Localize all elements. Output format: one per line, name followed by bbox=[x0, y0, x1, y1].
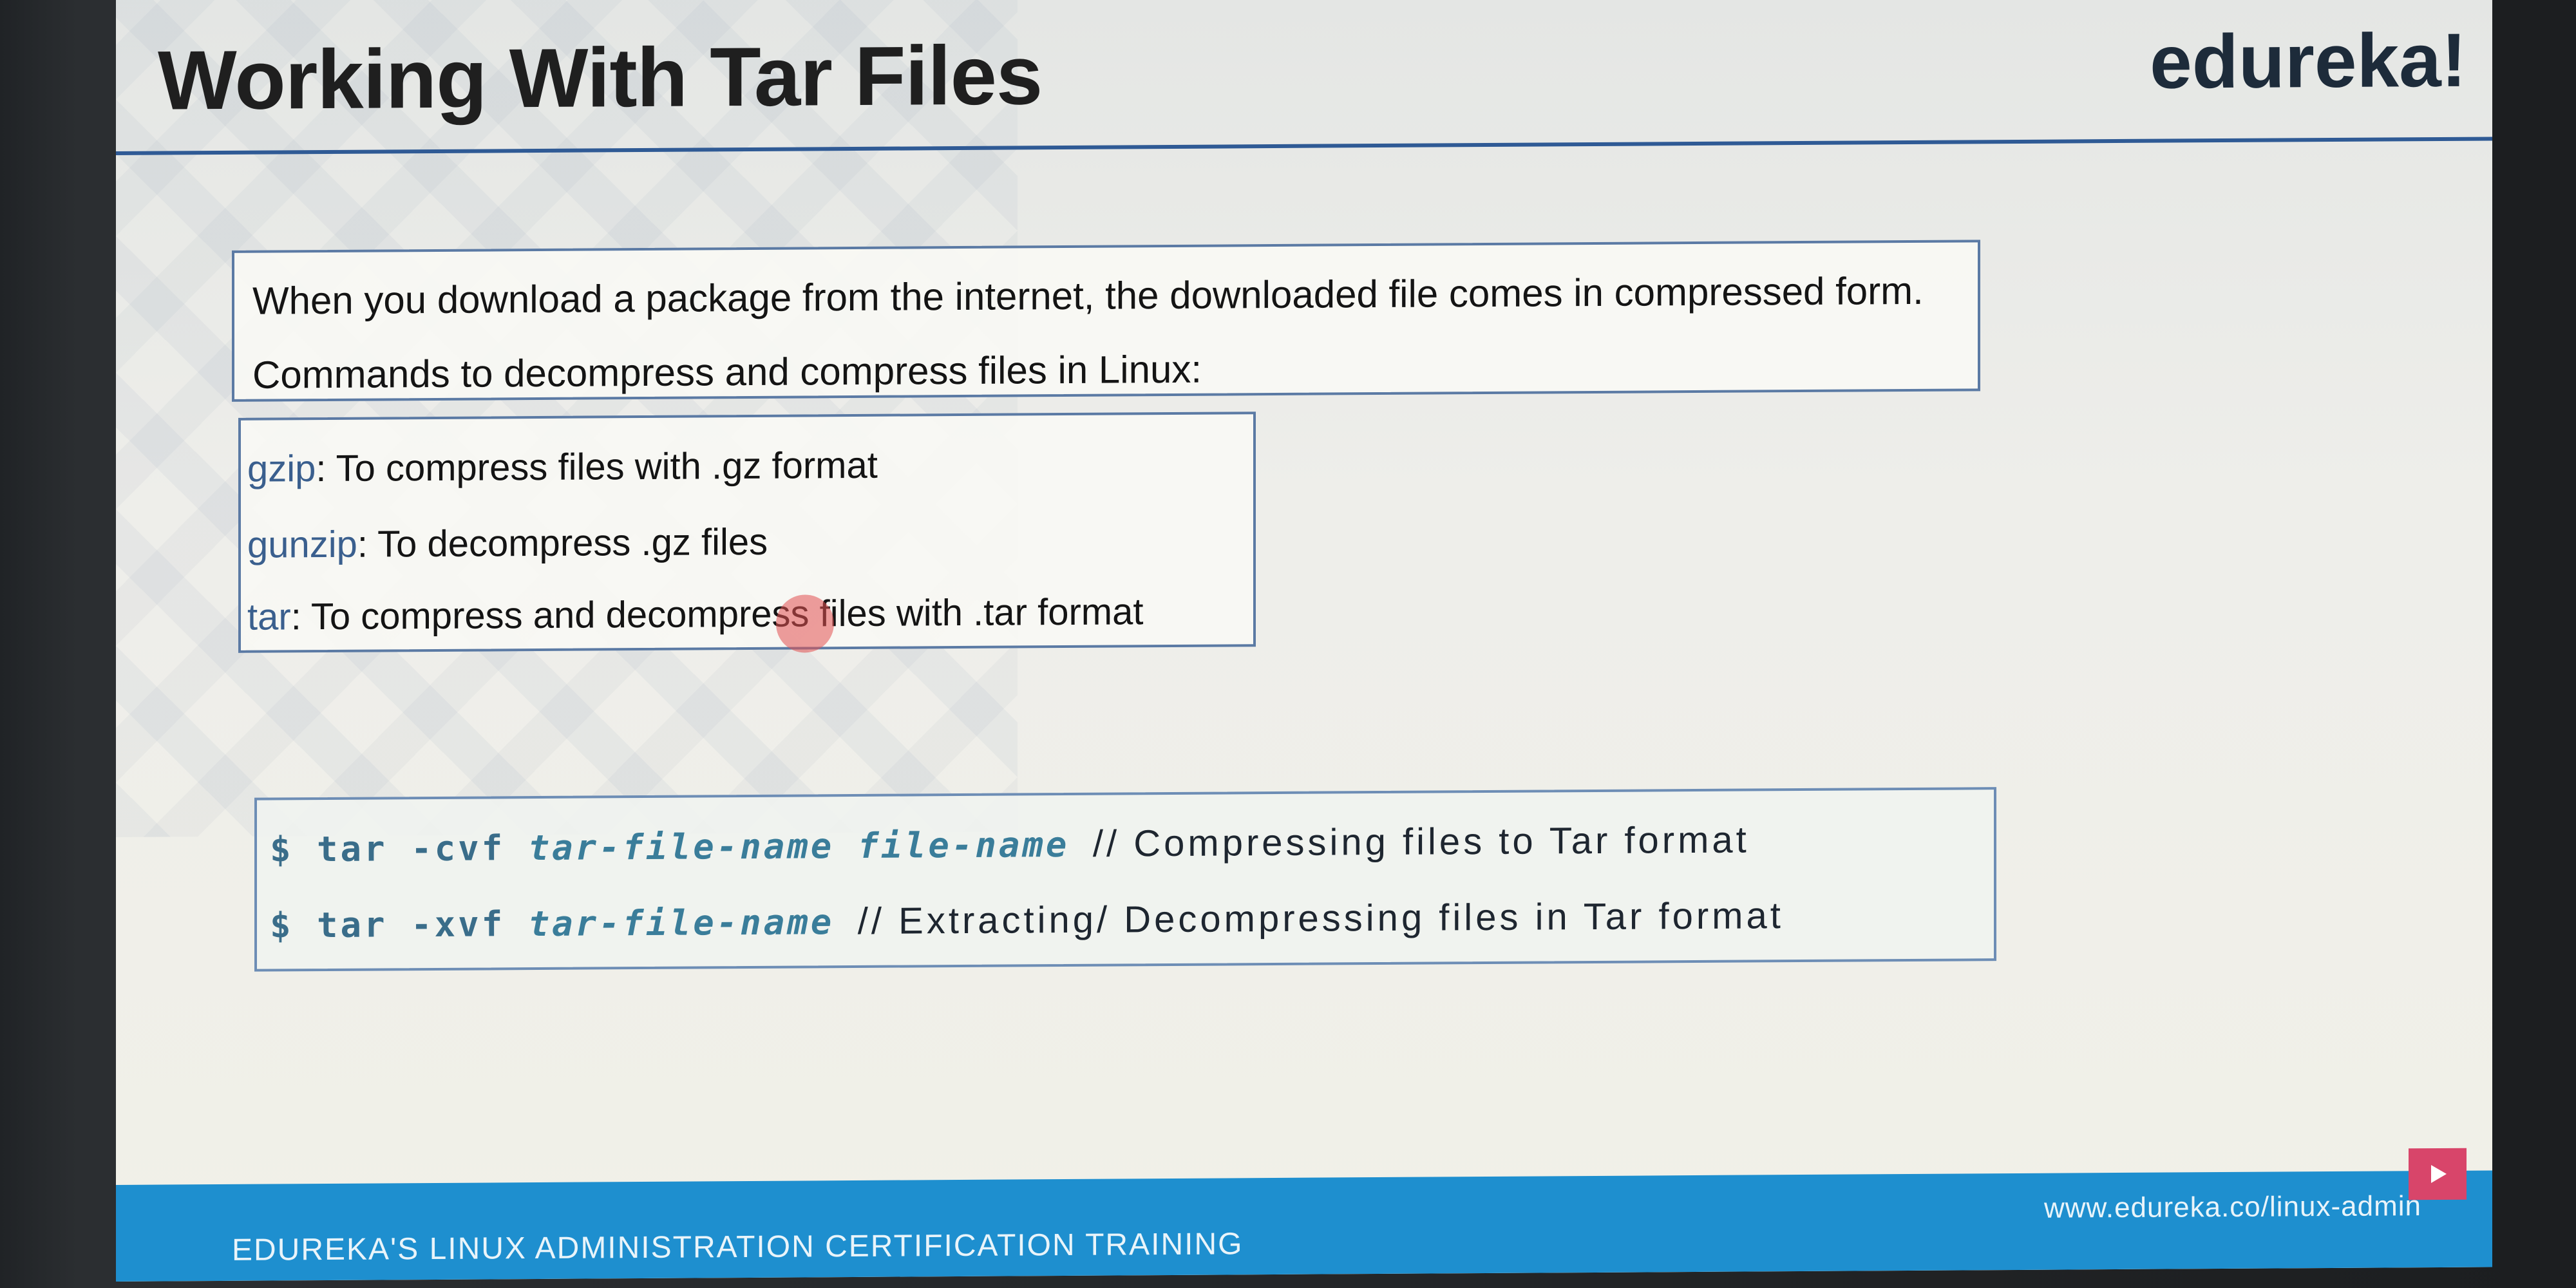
code-command: tar -xvf bbox=[317, 904, 506, 946]
command-list-box: gzip: To compress files with .gz format … bbox=[238, 412, 1256, 653]
laser-pointer-dot bbox=[776, 594, 834, 653]
presentation-slide: Working With Tar Files edureka! When you… bbox=[116, 0, 2492, 1282]
command-name: tar bbox=[247, 596, 291, 638]
slide-title: Working With Tar Files bbox=[158, 28, 1043, 128]
list-item: gzip: To compress files with .gz format bbox=[247, 444, 878, 491]
footer-course-title: EDUREKA'S LINUX ADMINISTRATION CERTIFICA… bbox=[232, 1227, 1244, 1267]
list-item: tar: To compress and decompress files wi… bbox=[247, 590, 1143, 639]
command-name: gzip bbox=[247, 448, 316, 490]
code-arguments: tar-file-name file-name bbox=[528, 824, 1070, 869]
footer-bar: EDUREKA'S LINUX ADMINISTRATION CERTIFICA… bbox=[116, 1148, 2492, 1282]
code-comment: // Compressing files to Tar format bbox=[1092, 819, 1750, 865]
intro-text-line-2: Commands to decompress and compress file… bbox=[252, 347, 1202, 397]
code-command: tar -cvf bbox=[317, 828, 506, 870]
shell-prompt: $ bbox=[270, 829, 294, 870]
list-item: gunzip: To decompress .gz files bbox=[247, 520, 768, 567]
footer-url-link[interactable]: www.edureka.co/linux-admin bbox=[2044, 1190, 2421, 1225]
play-triangle-icon bbox=[2431, 1165, 2447, 1184]
command-description: : To compress files with .gz format bbox=[316, 444, 878, 490]
play-icon[interactable] bbox=[2409, 1148, 2467, 1200]
code-example-box: $ tar -cvf tar-file-name file-name // Co… bbox=[254, 787, 1996, 972]
code-comment: // Extracting/ Decompressing files in Ta… bbox=[857, 895, 1784, 942]
intro-box: When you download a package from the int… bbox=[232, 240, 1980, 402]
command-description: : To compress and decompress files with … bbox=[290, 591, 1144, 638]
command-name: gunzip bbox=[247, 523, 357, 566]
shell-prompt: $ bbox=[270, 905, 294, 946]
code-line: $ tar -xvf tar-file-name // Extracting/ … bbox=[270, 894, 1784, 946]
command-description: : To decompress .gz files bbox=[357, 520, 768, 565]
code-arguments: tar-file-name bbox=[528, 902, 835, 945]
brand-logo: edureka! bbox=[2150, 17, 2467, 105]
code-line: $ tar -cvf tar-file-name file-name // Co… bbox=[270, 819, 1750, 871]
intro-text-line-1: When you download a package from the int… bbox=[252, 269, 1924, 323]
